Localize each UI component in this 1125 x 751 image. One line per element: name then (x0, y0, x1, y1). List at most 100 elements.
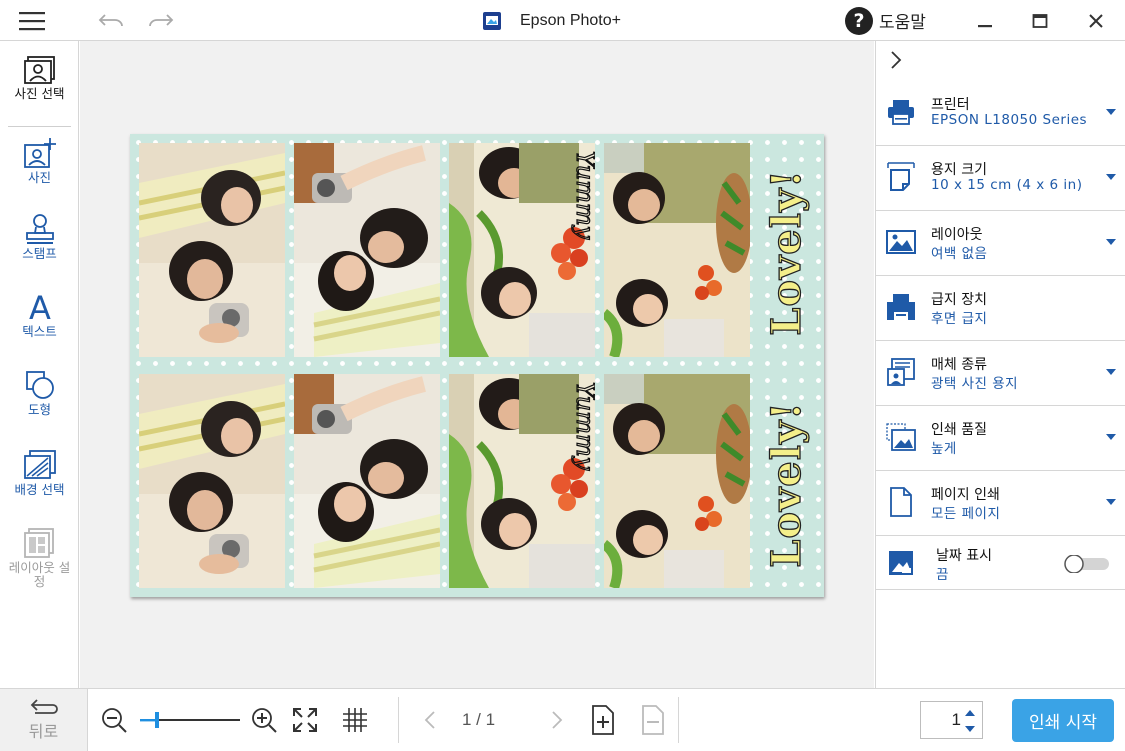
media-type-icon (887, 358, 915, 386)
dropdown-arrow-icon[interactable] (1106, 109, 1116, 115)
setting-value: 10 x 15 cm (4 x 6 in) (931, 177, 1083, 193)
zoom-out-icon[interactable] (98, 689, 130, 751)
setting-value: 여백 없음 (931, 246, 988, 262)
layout-settings-icon (23, 528, 54, 558)
setting-paper-size[interactable]: 용지 크기 10 x 15 cm (4 x 6 in) (876, 146, 1125, 211)
setting-layout[interactable]: 레이아웃 여백 없음 (876, 211, 1125, 276)
setting-title: 레이아웃 (931, 227, 983, 243)
tool-label: 사진 (27, 170, 51, 185)
setting-value: 모든 페이지 (931, 506, 1001, 522)
tool-label: 도형 (27, 402, 51, 417)
app-logo-icon (483, 11, 501, 30)
add-photo-icon (23, 138, 56, 168)
dropdown-arrow-icon[interactable] (1106, 239, 1116, 245)
page-indicator: 1 / 1 (462, 710, 496, 729)
stamp-icon (25, 214, 54, 244)
photo-couple-bed[interactable] (139, 143, 285, 357)
next-page-icon[interactable] (545, 689, 569, 751)
previous-page-icon[interactable] (418, 689, 442, 751)
add-photo-tool[interactable]: 사진 (0, 137, 79, 185)
photo-couple-camera[interactable] (294, 374, 440, 588)
photo-couple-tomatoes[interactable]: Yummy (449, 374, 595, 588)
chevron-right-icon[interactable] (884, 49, 908, 71)
photo-couple-cooking[interactable] (604, 374, 750, 588)
text-tool[interactable]: A 텍스트 (0, 291, 79, 339)
help-button[interactable]: ? 도움말 (845, 0, 926, 41)
zoom-in-icon[interactable] (248, 689, 280, 751)
background-select-tool[interactable]: 배경 선택 (0, 449, 79, 497)
dropdown-arrow-icon[interactable] (1106, 174, 1116, 180)
title-bar: Epson Photo+ ? 도움말 (0, 0, 1125, 41)
app-title: Epson Photo+ (482, 0, 621, 41)
photo-couple-tomatoes[interactable]: Yummy (449, 143, 595, 357)
date-stamp-icon (889, 551, 913, 575)
left-toolbar: 사진 선택 사진 스탬프 A 텍스트 도형 배경 선택 레이아웃 설정 (0, 41, 79, 688)
print-quality-icon (886, 423, 916, 451)
stamp-tool[interactable]: 스탬프 (0, 213, 79, 261)
photo-couple-bed[interactable] (139, 374, 285, 588)
text-icon: A (29, 291, 51, 323)
divider (678, 697, 679, 743)
copies-stepper[interactable]: 1 (920, 701, 983, 739)
yummy-text: Yummy (571, 151, 595, 240)
settings-panel: 프린터 EPSON L18050 Series 용지 크기 10 x 15 cm… (875, 41, 1125, 688)
undo-icon[interactable] (94, 0, 128, 41)
setting-value: 높게 (931, 441, 957, 457)
tool-label: 레이아웃 설정 (8, 560, 71, 589)
lovely-text-top[interactable]: Lovely! (752, 150, 820, 355)
photo-paper[interactable]: Yummy Yummy Lovely! Lovely! (130, 134, 824, 597)
photo-couple-camera[interactable] (294, 143, 440, 357)
zoom-slider-thumb[interactable] (155, 712, 159, 728)
page-icon (890, 487, 912, 517)
maximize-icon[interactable] (1025, 0, 1055, 41)
preview-canvas: Yummy Yummy Lovely! Lovely! (80, 41, 874, 688)
setting-print-quality[interactable]: 인쇄 품질 높게 (876, 406, 1125, 471)
stepper-arrows-icon[interactable] (963, 708, 977, 734)
paper-source-icon (887, 294, 915, 320)
redo-icon[interactable] (144, 0, 178, 41)
minimize-icon[interactable] (970, 0, 1000, 41)
setting-title: 매체 종류 (931, 357, 987, 373)
dropdown-arrow-icon[interactable] (1106, 434, 1116, 440)
add-page-icon[interactable] (588, 689, 618, 751)
shape-tool[interactable]: 도형 (0, 369, 79, 417)
divider (398, 697, 399, 743)
setting-title: 프린터 (931, 97, 970, 113)
setting-title: 용지 크기 (931, 162, 987, 178)
photo-couple-cooking[interactable] (604, 143, 750, 357)
grid-icon[interactable] (339, 689, 371, 751)
setting-media-type[interactable]: 매체 종류 광택 사진 용지 (876, 341, 1125, 406)
fit-screen-icon[interactable] (290, 689, 320, 751)
layout-settings-tool[interactable]: 레이아웃 설정 (0, 527, 79, 589)
date-toggle-switch[interactable] (1063, 555, 1111, 573)
setting-value: EPSON L18050 Series (931, 112, 1088, 128)
zoom-slider[interactable] (140, 689, 240, 751)
bottom-toolbar: 뒤로 1 / 1 1 인쇄 시작 (0, 688, 1125, 751)
printer-icon (888, 100, 914, 125)
hamburger-icon[interactable] (14, 0, 50, 41)
lovely-text-bottom[interactable]: Lovely! (752, 382, 820, 587)
setting-date-stamp[interactable]: 날짜 표시 끔 (876, 536, 1125, 590)
back-button[interactable]: 뒤로 (0, 689, 88, 751)
print-button[interactable]: 인쇄 시작 (1012, 699, 1114, 742)
setting-title: 날짜 표시 (936, 548, 992, 564)
setting-page-print[interactable]: 페이지 인쇄 모든 페이지 (876, 471, 1125, 536)
delete-page-icon[interactable] (638, 689, 668, 751)
shape-icon (25, 371, 54, 399)
setting-printer[interactable]: 프린터 EPSON L18050 Series (876, 81, 1125, 146)
setting-value: 끔 (936, 567, 949, 583)
tool-label: 배경 선택 (14, 482, 65, 497)
background-icon (23, 450, 56, 479)
copies-value[interactable]: 1 (921, 702, 961, 738)
setting-value: 광택 사진 용지 (931, 376, 1019, 392)
dropdown-arrow-icon[interactable] (1106, 369, 1116, 375)
close-icon[interactable] (1081, 0, 1111, 41)
dropdown-arrow-icon[interactable] (1106, 499, 1116, 505)
select-photo-tool[interactable]: 사진 선택 (0, 55, 79, 101)
tool-label: 사진 선택 (14, 86, 65, 101)
setting-paper-source[interactable]: 급지 장치 후면 급지 (876, 276, 1125, 341)
back-label: 뒤로 (28, 722, 59, 741)
divider (8, 126, 71, 127)
svg-text:A: A (29, 291, 51, 323)
back-arrow-icon (30, 699, 58, 714)
